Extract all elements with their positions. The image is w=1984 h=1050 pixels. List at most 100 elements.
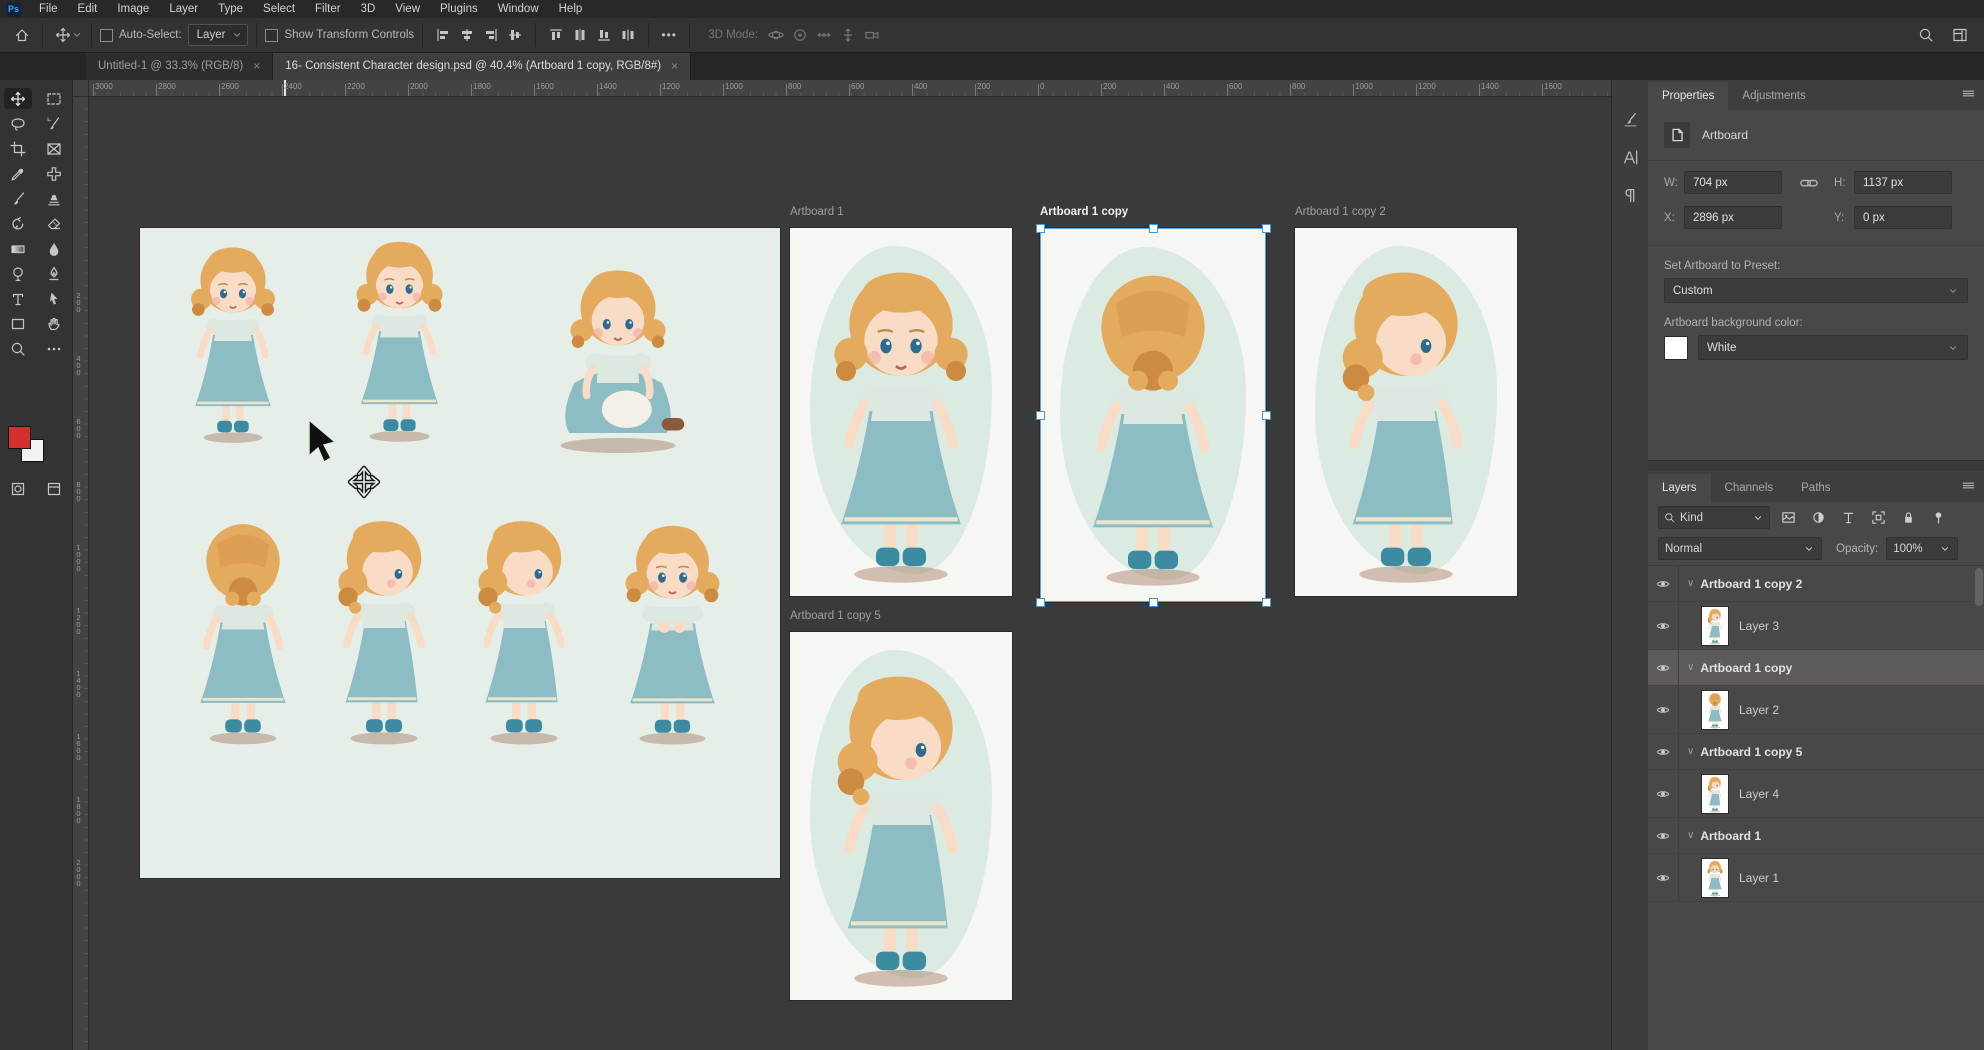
menu-image[interactable]: Image <box>107 2 159 16</box>
smart-object-filter-button[interactable] <box>1896 507 1920 528</box>
artboard-bg-swatch[interactable] <box>1664 336 1688 360</box>
pan-3d-button[interactable] <box>812 23 836 47</box>
layer-thumbnail[interactable] <box>1701 774 1729 814</box>
type-filter-button[interactable] <box>1836 507 1860 528</box>
panel-menu-button[interactable] <box>1961 86 1976 101</box>
reference-artboard[interactable] <box>140 228 780 878</box>
expand-chevron-icon[interactable]: ∨ <box>1687 830 1694 841</box>
layer-thumbnail[interactable] <box>1701 858 1729 898</box>
layer-thumbnail[interactable] <box>1701 690 1729 730</box>
path-select-tool[interactable] <box>40 288 68 309</box>
adjustment-filter-button[interactable] <box>1806 507 1830 528</box>
link-dimensions-icon[interactable] <box>1792 173 1826 193</box>
slide-3d-button[interactable] <box>836 23 860 47</box>
layers-scrollbar[interactable] <box>1975 568 1983 606</box>
y-field[interactable]: 0 px <box>1854 206 1952 229</box>
layer-row-layer-3[interactable]: Layer 3 <box>1648 602 1984 650</box>
visibility-toggle[interactable] <box>1648 818 1679 853</box>
shape-filter-button[interactable] <box>1866 507 1890 528</box>
menu-window[interactable]: Window <box>488 2 549 16</box>
distribute-top-button[interactable] <box>544 23 568 47</box>
screen-mode-button[interactable] <box>40 478 68 499</box>
type-tool[interactable] <box>4 288 32 309</box>
expand-chevron-icon[interactable]: ∨ <box>1687 578 1694 589</box>
panel-menu-button[interactable] <box>1961 478 1976 493</box>
tab-paths[interactable]: Paths <box>1787 474 1844 502</box>
auto-select-checkbox[interactable] <box>100 29 113 42</box>
align-left-button[interactable] <box>431 23 455 47</box>
crop-tool[interactable] <box>4 138 32 159</box>
blend-mode-select[interactable]: Normal <box>1658 537 1822 560</box>
transform-handle[interactable] <box>1149 598 1158 607</box>
menu-help[interactable]: Help <box>549 2 593 16</box>
menu-layer[interactable]: Layer <box>159 2 208 16</box>
menu-3d[interactable]: 3D <box>351 2 386 16</box>
visibility-toggle[interactable] <box>1648 602 1679 649</box>
artboard-group-artboard-1[interactable]: ∨Artboard 1 <box>1648 818 1984 854</box>
transform-handle[interactable] <box>1036 411 1045 420</box>
brushes-panel-button[interactable] <box>1612 104 1648 134</box>
hand-tool[interactable] <box>40 313 68 334</box>
transform-handle[interactable] <box>1262 411 1271 420</box>
x-field[interactable]: 2896 px <box>1684 206 1782 229</box>
artboard-label[interactable]: Artboard 1 copy 5 <box>790 610 881 622</box>
artboard-group-artboard-1-copy-5[interactable]: ∨Artboard 1 copy 5 <box>1648 734 1984 770</box>
layer-filter-kind-select[interactable]: Kind <box>1658 506 1770 529</box>
home-button[interactable] <box>10 23 34 47</box>
transform-handle[interactable] <box>1036 224 1045 233</box>
auto-select-target[interactable]: Layer <box>188 24 249 46</box>
artboard-artboard-1-copy[interactable] <box>1040 228 1266 602</box>
gradient-tool[interactable] <box>4 238 32 259</box>
distribute-center-v-button[interactable] <box>568 23 592 47</box>
layer-row-layer-4[interactable]: Layer 4 <box>1648 770 1984 818</box>
pen-tool[interactable] <box>40 263 68 284</box>
marquee-tool[interactable] <box>40 88 68 109</box>
visibility-toggle[interactable] <box>1648 686 1679 733</box>
artboard-label[interactable]: Artboard 1 copy <box>1040 206 1128 218</box>
artboard-group-artboard-1-copy[interactable]: ∨Artboard 1 copy <box>1648 650 1984 686</box>
tab-adjustments[interactable]: Adjustments <box>1728 82 1819 110</box>
show-transform-checkbox[interactable] <box>265 29 278 42</box>
artboard-bg-select[interactable]: White <box>1698 335 1968 360</box>
expand-chevron-icon[interactable]: ∨ <box>1687 746 1694 757</box>
menu-view[interactable]: View <box>385 2 430 16</box>
visibility-toggle[interactable] <box>1648 650 1679 685</box>
artboard-artboard-1-copy-5[interactable] <box>790 632 1012 1000</box>
search-button[interactable] <box>1914 23 1938 47</box>
artboard-artboard-1-copy-2[interactable] <box>1295 228 1517 596</box>
eraser-tool[interactable] <box>40 213 68 234</box>
blur-tool[interactable] <box>40 238 68 259</box>
rectangle-tool[interactable] <box>4 313 32 334</box>
clone-stamp-tool[interactable] <box>40 188 68 209</box>
healing-tool[interactable] <box>40 163 68 184</box>
align-center-h-button[interactable] <box>455 23 479 47</box>
transform-handle[interactable] <box>1036 598 1045 607</box>
tab-layers[interactable]: Layers <box>1648 474 1711 502</box>
menu-select[interactable]: Select <box>253 2 305 16</box>
artboard-label[interactable]: Artboard 1 <box>790 206 844 218</box>
dodge-tool[interactable] <box>4 263 32 284</box>
foreground-color-swatch[interactable] <box>8 426 31 449</box>
artboard-group-artboard-1-copy-2[interactable]: ∨Artboard 1 copy 2 <box>1648 566 1984 602</box>
tab-properties[interactable]: Properties <box>1648 82 1728 110</box>
brush-tool[interactable] <box>4 188 32 209</box>
menu-file[interactable]: File <box>29 2 68 16</box>
roll-3d-button[interactable] <box>788 23 812 47</box>
visibility-toggle[interactable] <box>1648 566 1679 601</box>
history-brush-tool[interactable] <box>4 213 32 234</box>
orbit-3d-button[interactable] <box>764 23 788 47</box>
transform-handle[interactable] <box>1262 224 1271 233</box>
height-field[interactable]: 1137 px <box>1854 171 1952 194</box>
menu-edit[interactable]: Edit <box>68 2 108 16</box>
opacity-select[interactable]: 100% <box>1886 537 1958 560</box>
tab-close-button[interactable]: × <box>253 59 260 73</box>
tab-channels[interactable]: Channels <box>1711 474 1788 502</box>
layer-row-layer-1[interactable]: Layer 1 <box>1648 854 1984 902</box>
more-align-options-button[interactable]: ••• <box>657 23 681 47</box>
preset-select[interactable]: Custom <box>1664 278 1968 303</box>
document-tab-2[interactable]: 16- Consistent Character design.psd @ 40… <box>273 52 691 80</box>
quick-mask-button[interactable] <box>4 478 32 499</box>
dolly-3d-button[interactable] <box>860 23 884 47</box>
menu-plugins[interactable]: Plugins <box>430 2 488 16</box>
tab-close-button[interactable]: × <box>671 59 678 73</box>
